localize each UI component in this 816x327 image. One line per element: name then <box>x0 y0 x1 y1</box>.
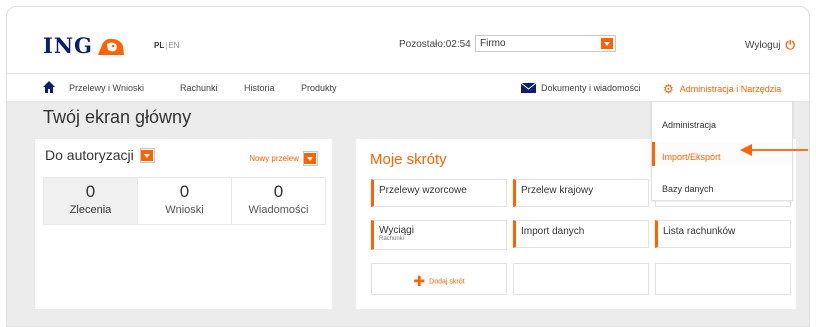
plus-icon: ✚ <box>413 273 426 289</box>
shortcut-item[interactable]: Przelewy wzorcowe <box>371 179 507 207</box>
counter-value: 0 <box>179 182 190 201</box>
logo-text: ING <box>43 33 93 58</box>
company-select-value: Firmo <box>480 38 506 49</box>
nav-item-accounts[interactable]: Rachunki <box>180 83 218 93</box>
counter-applications[interactable]: 0 Wnioski <box>138 177 232 225</box>
logout-label: Wyloguj <box>745 40 781 51</box>
gear-icon: ⚙ <box>663 82 674 96</box>
language-switcher: PL|EN <box>154 41 180 50</box>
nav-item-admin[interactable]: ⚙ Administracja i Narzędzia <box>663 82 781 96</box>
nav-item-products[interactable]: Produkty <box>301 83 337 93</box>
authorization-title: Do autoryzacji <box>45 147 134 163</box>
counter-label: Wiadomości <box>248 204 309 216</box>
main-nav: Przelewy i Wnioski Rachunki Historia Pro… <box>7 73 809 102</box>
shortcut-label: Przelew krajowy <box>521 185 594 196</box>
counter-value: 0 <box>273 182 284 201</box>
shortcut-label: Przelewy wzorcowe <box>379 185 467 196</box>
authorization-header: Do autoryzacji <box>45 147 155 163</box>
lang-en[interactable]: EN <box>168 41 179 50</box>
menu-highlight-bar <box>652 142 655 166</box>
counter-label: Wnioski <box>165 204 204 216</box>
admin-label: Administracja i Narzędzia <box>679 84 782 94</box>
ing-logo[interactable]: ING <box>43 33 126 58</box>
authorization-dropdown-button[interactable] <box>139 147 155 163</box>
counter-orders[interactable]: 0 Zlecenia <box>43 177 138 225</box>
nav-item-history[interactable]: Historia <box>244 83 275 93</box>
new-transfer-label: Nowy przelew <box>249 154 299 163</box>
timer-label: Pozostało: <box>399 39 446 50</box>
shortcut-label: Wyciągi <box>379 225 414 236</box>
add-shortcut-button[interactable]: ✚ Dodaj skrót <box>371 263 507 295</box>
header: ING PL|EN Pozostało:02:54 Firmo Wyloguj … <box>7 7 809 73</box>
authorization-panel: Do autoryzacji Nowy przelew 0 Zlecenia 0… <box>35 139 332 309</box>
add-shortcut-label: Dodaj skrót <box>429 278 465 286</box>
company-select[interactable]: Firmo <box>475 35 616 52</box>
shortcut-label: Import danych <box>521 226 585 237</box>
menu-item-administration[interactable]: Administracja <box>662 120 716 130</box>
shortcut-item[interactable]: Import danych <box>513 220 649 248</box>
annotation-arrow-icon <box>740 144 808 156</box>
home-icon[interactable] <box>43 81 55 93</box>
new-transfer-control[interactable]: Nowy przelew <box>249 151 318 166</box>
page-title: Twój ekran główny <box>43 107 192 127</box>
new-transfer-dropdown-button[interactable] <box>303 151 318 166</box>
chevron-down-icon <box>304 153 316 164</box>
menu-item-databases[interactable]: Bazy danych <box>662 184 714 194</box>
counter-value: 0 <box>85 182 96 201</box>
authorization-counters: 0 Zlecenia 0 Wnioski 0 Wiadomości <box>43 177 326 225</box>
app-window: ING PL|EN Pozostało:02:54 Firmo Wyloguj … <box>6 6 810 327</box>
shortcut-item[interactable]: Lista rachunków <box>655 220 791 248</box>
menu-item-import-export[interactable]: Import/Eksport <box>662 152 721 162</box>
counter-label: Zlecenia <box>69 204 112 216</box>
shortcut-item[interactable]: Przelew krajowy <box>513 179 649 207</box>
shortcuts-title: Moje skróty <box>370 151 447 168</box>
shortcut-label: Lista rachunków <box>663 226 736 237</box>
chevron-down-icon <box>140 149 153 161</box>
shortcut-empty-slot[interactable] <box>655 263 791 295</box>
counter-messages[interactable]: 0 Wiadomości <box>232 177 326 225</box>
lion-icon <box>97 38 124 55</box>
envelope-icon <box>521 83 536 93</box>
logout-button[interactable]: Wyloguj ⏻ <box>745 38 795 53</box>
nav-item-transfers[interactable]: Przelewy i Wnioski <box>69 83 144 93</box>
lang-pl[interactable]: PL <box>154 41 164 50</box>
documents-label: Dokumenty i wiadomości <box>541 83 641 93</box>
timer-value: 02:54 <box>445 39 471 50</box>
shortcut-sublabel: Rachunki <box>379 236 405 242</box>
shortcut-empty-slot[interactable] <box>513 263 649 295</box>
shortcut-item[interactable]: Wyciągi Rachunki <box>371 220 507 250</box>
chevron-down-icon <box>601 38 613 49</box>
session-timer: Pozostało:02:54 <box>399 39 471 50</box>
nav-item-documents[interactable]: Dokumenty i wiadomości <box>521 83 641 93</box>
power-icon: ⏻ <box>785 38 796 52</box>
